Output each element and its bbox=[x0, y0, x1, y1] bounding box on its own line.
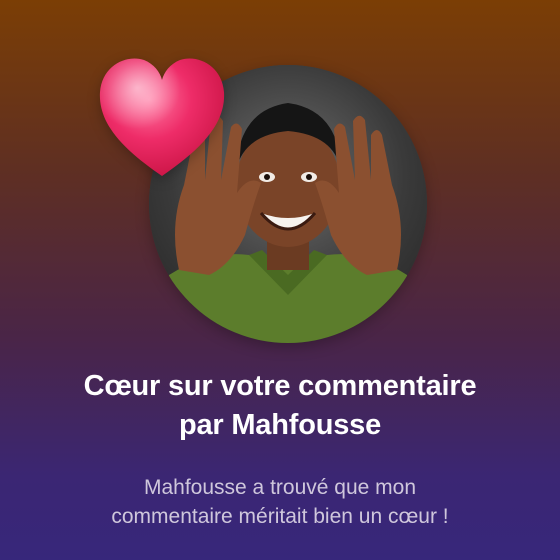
body-line-1: Mahfousse a trouvé que mon bbox=[144, 476, 416, 499]
heart-icon bbox=[94, 52, 230, 182]
notification-title: Cœur sur votre commentaire par Mahfousse bbox=[20, 367, 540, 445]
title-line-1: Cœur sur votre commentaire bbox=[83, 370, 477, 402]
body-line-2: commentaire méritait bien un cœur ! bbox=[111, 505, 449, 528]
heart-notification-card: Cœur sur votre commentaire par Mahfousse… bbox=[0, 0, 560, 560]
title-line-2: par Mahfousse bbox=[178, 409, 382, 441]
notification-body: Mahfousse a trouvé que mon commentaire m… bbox=[40, 473, 520, 531]
